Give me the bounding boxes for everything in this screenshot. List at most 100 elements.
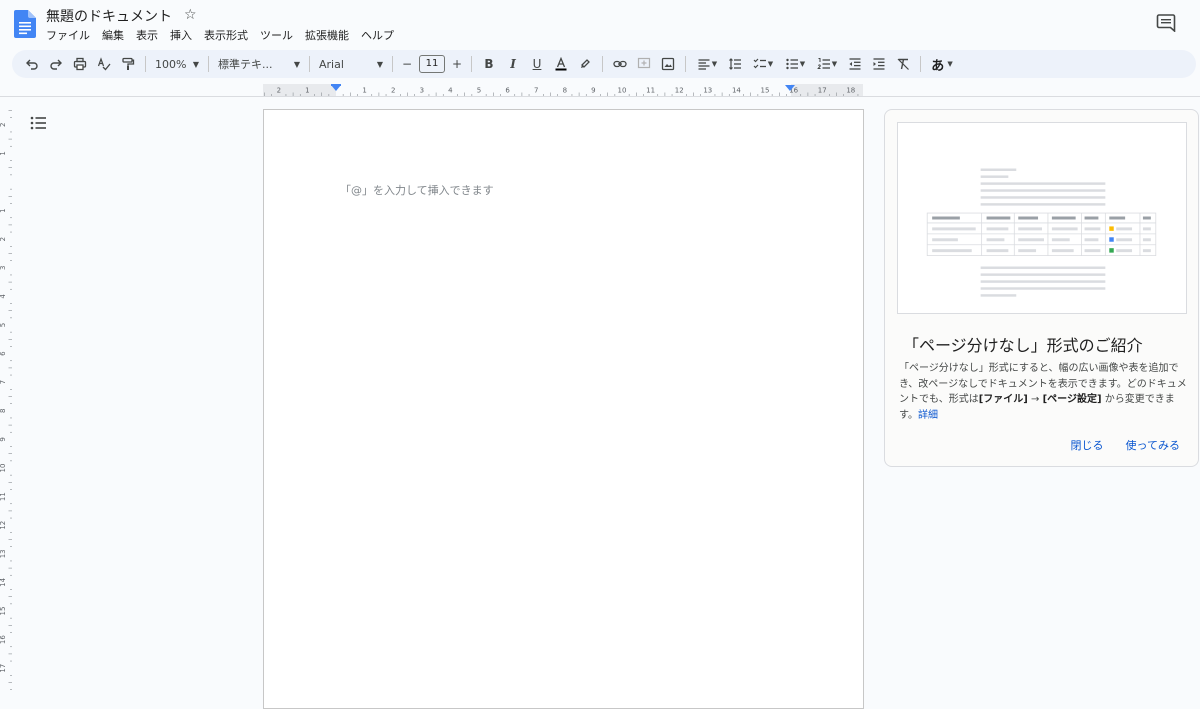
menu-reference-file: [ファイル] <box>978 394 1028 405</box>
close-button[interactable]: 閉じる <box>1071 437 1104 453</box>
image-icon <box>661 57 675 71</box>
ruler-divider <box>0 96 1200 97</box>
decrease-indent-icon <box>849 58 861 70</box>
zoom-select[interactable]: 100% ▼ <box>151 52 203 76</box>
ruler-label: 2 <box>0 123 7 127</box>
increase-font-size-button[interactable]: + <box>448 52 466 76</box>
menu-format[interactable]: 表示形式 <box>198 28 254 44</box>
menu-extensions[interactable]: 拡張機能 <box>299 28 355 44</box>
ruler-label: 17 <box>818 87 827 95</box>
arrow-text: → <box>1027 394 1043 405</box>
toolbar-separator <box>309 56 310 72</box>
menu-help[interactable]: ヘルプ <box>355 28 400 44</box>
underline-icon[interactable]: U <box>525 52 549 76</box>
bulleted-list-button[interactable]: ▼ <box>779 52 811 76</box>
ruler-label: 10 <box>0 464 7 473</box>
pageless-illustration <box>897 122 1187 314</box>
menu-reference-page-setup: [ページ設定] <box>1042 394 1102 405</box>
text-color-button[interactable] <box>549 52 573 76</box>
print-icon <box>73 57 87 71</box>
redo-icon <box>50 59 62 70</box>
style-value: 標準テキ... <box>218 58 273 71</box>
ruler-label: 8 <box>563 87 567 95</box>
font-size-input[interactable]: 11 <box>419 55 445 73</box>
ruler-label: 13 <box>0 549 7 558</box>
spellcheck-button[interactable] <box>92 52 116 76</box>
ruler-label: 10 <box>618 87 627 95</box>
menu-view[interactable]: 表示 <box>130 28 164 44</box>
increase-indent-button[interactable] <box>867 52 891 76</box>
numbered-list-icon <box>816 58 830 69</box>
checklist-icon <box>753 58 766 69</box>
ruler-label: 7 <box>534 87 538 95</box>
link-icon <box>613 60 627 68</box>
caret-down-icon: ▼ <box>711 60 718 68</box>
menu-edit[interactable]: 編集 <box>96 28 130 44</box>
ruler-label: 11 <box>0 492 7 501</box>
decrease-font-size-button[interactable]: − <box>398 52 416 76</box>
card-actions: 閉じる 使ってみる <box>1071 437 1180 453</box>
input-tools-button[interactable]: あ ▼ <box>926 52 958 76</box>
add-comment-button[interactable] <box>632 52 656 76</box>
align-icon <box>698 59 710 70</box>
ruler-label: 16 <box>0 635 7 644</box>
numbered-list-button[interactable]: ▼ <box>811 52 843 76</box>
text-color-icon <box>555 57 567 71</box>
document-title[interactable]: 無題のドキュメント <box>46 6 172 26</box>
highlight-icon <box>581 59 590 68</box>
caret-down-icon: ▼ <box>947 60 953 68</box>
ruler-label: 9 <box>591 87 595 95</box>
docs-logo-icon[interactable] <box>14 10 36 38</box>
ruler-label: 3 <box>0 266 7 270</box>
clear-formatting-button[interactable] <box>891 52 915 76</box>
learn-more-link[interactable]: 詳細 <box>918 410 938 421</box>
ruler-label: 4 <box>448 87 453 95</box>
ruler-label: 5 <box>477 87 481 95</box>
toolbar-separator <box>145 56 146 72</box>
italic-icon[interactable]: I <box>501 52 525 76</box>
font-select[interactable]: Arial ▼ <box>315 52 387 76</box>
checklist-button[interactable]: ▼ <box>747 52 779 76</box>
increase-indent-icon <box>873 58 885 70</box>
comment-icon[interactable] <box>1156 14 1176 32</box>
line-spacing-button[interactable] <box>723 52 747 76</box>
ruler-label: 2 <box>391 87 395 95</box>
toolbar-separator <box>471 56 472 72</box>
print-button[interactable] <box>68 52 92 76</box>
insert-image-button[interactable] <box>656 52 680 76</box>
bold-icon[interactable]: B <box>477 52 501 76</box>
document-placeholder[interactable]: 「@」を入力して挿入できます <box>340 182 494 198</box>
ruler-margin-left <box>263 84 336 96</box>
undo-button[interactable] <box>20 52 44 76</box>
ruler-label: 2 <box>0 237 7 241</box>
menu-file[interactable]: ファイル <box>40 28 96 44</box>
align-button[interactable]: ▼ <box>691 52 723 76</box>
vertical-ruler[interactable]: 211234567891011121314151617 <box>0 110 12 700</box>
ruler-label: 1 <box>305 87 309 95</box>
outline-icon[interactable] <box>30 115 48 131</box>
decrease-indent-button[interactable] <box>843 52 867 76</box>
menu-insert[interactable]: 挿入 <box>164 28 198 44</box>
highlight-button[interactable] <box>573 52 597 76</box>
paint-format-button[interactable] <box>116 52 140 76</box>
try-it-button[interactable]: 使ってみる <box>1126 437 1180 453</box>
ruler-label: 17 <box>0 664 7 673</box>
insert-link-button[interactable] <box>608 52 632 76</box>
undo-icon <box>26 59 38 70</box>
redo-button[interactable] <box>44 52 68 76</box>
bulleted-list-icon <box>786 58 798 70</box>
style-select[interactable]: 標準テキ... ▼ <box>214 52 304 76</box>
ruler-label: 12 <box>0 521 7 530</box>
horizontal-ruler[interactable]: 2 1 1 2 3 4 5 6 7 8 9 10 11 12 13 14 15 16 17 18 <box>263 84 863 96</box>
ruler-label: 4 <box>0 294 7 299</box>
ruler-label: 9 <box>0 437 7 441</box>
menu-tools[interactable]: ツール <box>254 28 299 44</box>
font-value: Arial <box>319 57 344 71</box>
caret-down-icon: ▼ <box>831 60 838 68</box>
card-body: 「ページ分けなし」形式にすると、幅の広い画像や表を追加でき、改ページなしでドキュ… <box>899 361 1189 423</box>
star-icon[interactable]: ☆ <box>184 7 197 23</box>
ruler-label: 14 <box>732 87 741 95</box>
toolbar: 100% ▼ 標準テキ... ▼ Arial ▼ − 11 + B I U ▼ ▼ ▼… <box>12 50 1196 78</box>
document-page[interactable]: 「@」を入力して挿入できます <box>263 109 864 709</box>
ruler-label: 15 <box>761 87 770 95</box>
